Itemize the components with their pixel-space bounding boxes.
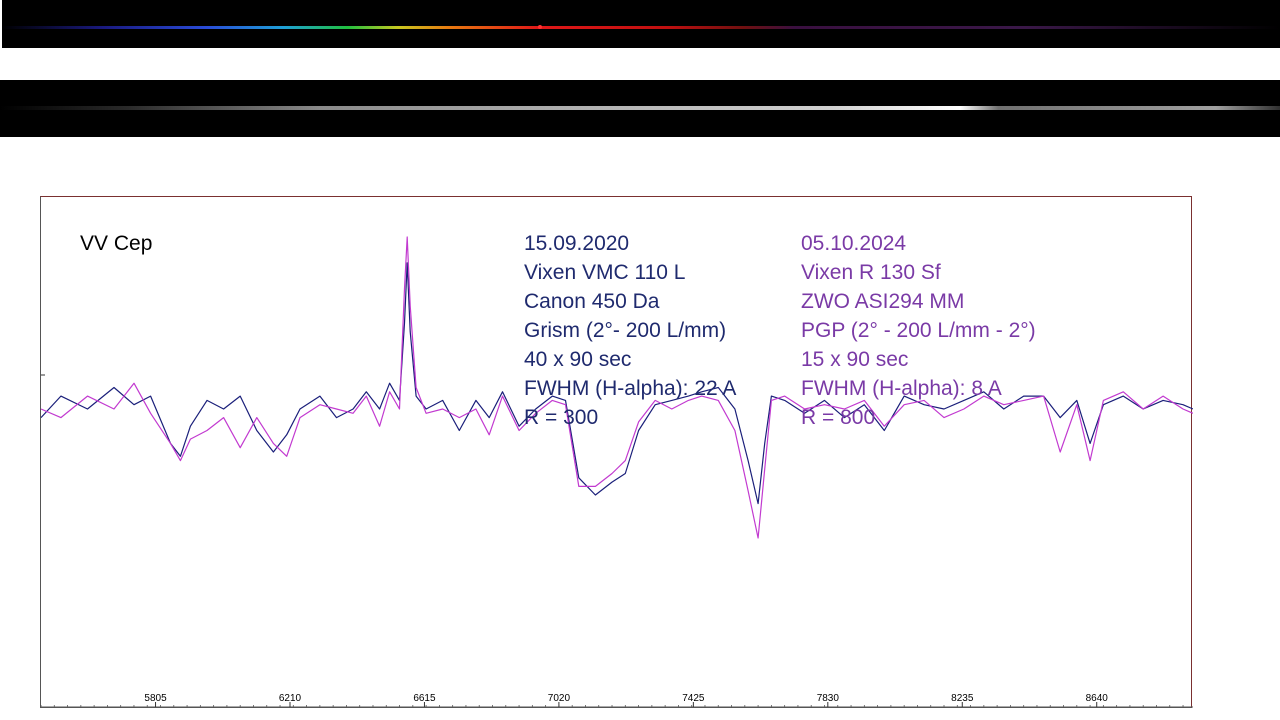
x-tick-label: 8640 xyxy=(1086,693,1109,704)
color-spectrum-svg xyxy=(2,25,1280,29)
legend-2020-line: Canon 450 Da xyxy=(524,290,660,313)
x-tick-label: 8235 xyxy=(951,693,974,704)
legend-2020-line: 40 x 90 sec xyxy=(524,348,632,371)
legend-2024-line: 05.10.2024 xyxy=(801,232,907,255)
x-tick-label: 7830 xyxy=(817,693,840,704)
legend-block-2020: 15.09.2020 Vixen VMC 110 L Canon 450 Da … xyxy=(524,229,736,432)
x-tick-label: 6615 xyxy=(413,693,436,704)
legend-2020-line: 15.09.2020 xyxy=(524,232,630,255)
x-tick-label: 7020 xyxy=(548,693,571,704)
legend-2024-line: PGP (2° - 200 L/mm - 2°) xyxy=(801,319,1036,342)
chart-title: VV Cep xyxy=(80,232,153,255)
grayscale-spectrum-svg xyxy=(0,106,1280,110)
x-tick-label: 6210 xyxy=(279,693,302,704)
legend-2024-line: R = 800 xyxy=(801,406,876,429)
legend-block-2024: 05.10.2024 Vixen R 130 Sf ZWO ASI294 MM … xyxy=(801,229,1036,432)
legend-2024-line: ZWO ASI294 MM xyxy=(801,290,965,313)
legend-2020-line: Vixen VMC 110 L xyxy=(524,261,686,284)
color-spectrum-strip xyxy=(2,0,1280,48)
legend-2024-line: FWHM (H-alpha): 8 A xyxy=(801,377,1002,400)
legend-2024-line: Vixen R 130 Sf xyxy=(801,261,941,284)
legend-2020-line: Grism (2°- 200 L/mm) xyxy=(524,319,727,342)
legend-2024-line: 15 x 90 sec xyxy=(801,348,909,371)
grayscale-spectrum-strip xyxy=(0,80,1280,137)
x-tick-label: 5805 xyxy=(144,693,167,704)
x-tick-label: 7425 xyxy=(682,693,705,704)
legend-2020-line: R = 300 xyxy=(524,406,599,429)
legend-2020-line: FWHM (H-alpha): 22 A xyxy=(524,377,737,400)
